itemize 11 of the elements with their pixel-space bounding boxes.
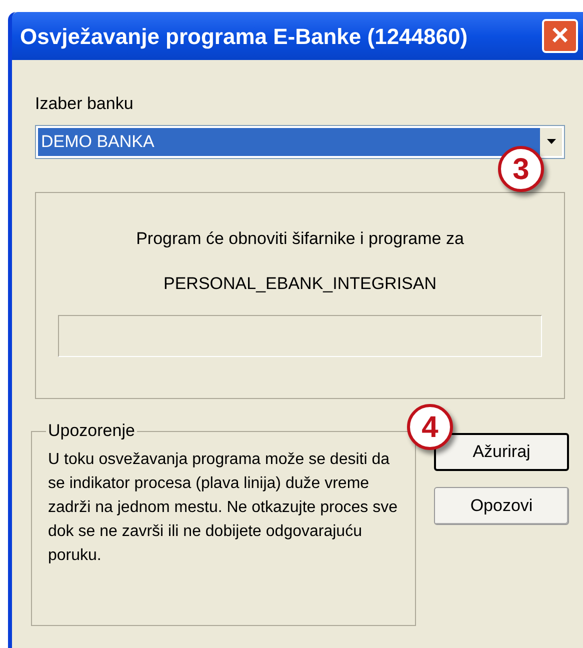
window-title: Osvježavanje programa E-Banke (1244860) [20,22,468,51]
close-button[interactable]: × [542,19,578,53]
bank-dropdown[interactable]: DEMO BANKA [35,124,565,158]
step-marker: 4 [407,404,453,450]
step-marker: 3 [498,146,544,192]
group-title: Upozorenje [46,420,137,440]
info-text: Program će obnoviti šifarnike i programe za [136,228,464,250]
dialog-button[interactable]: Opozovi [434,486,569,524]
warning-text: U toku osvežavanja programa može se desiti da se indikator procesa (plava linija) duže vreme zadrži na jednom mestu. Ne otkazujte proces sve dok se ne završi ili ne dobijete odgovarajuću poruku. [48,450,398,566]
package-name: PERSONAL_EBANK_INTEGRISAN [163,273,437,295]
field-label: Izaber banku [35,93,134,115]
